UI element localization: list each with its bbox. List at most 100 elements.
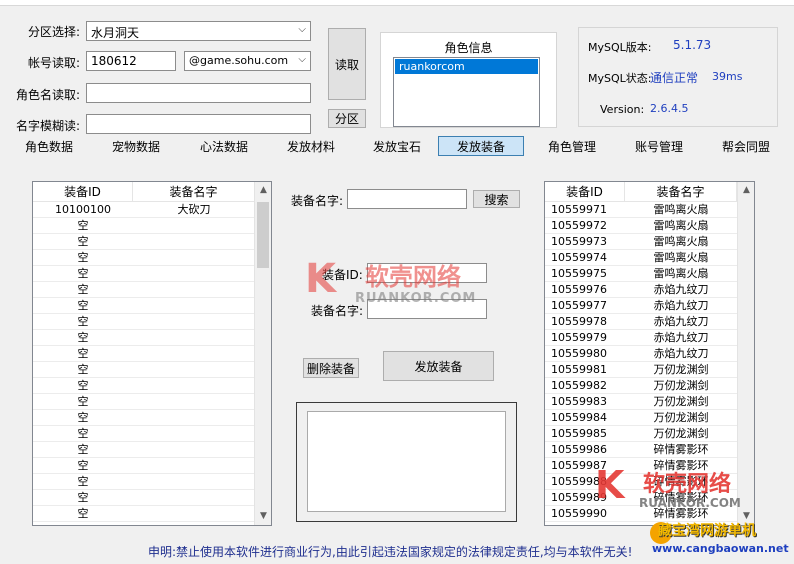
mysql-status-value: 通信正常 — [650, 71, 699, 85]
tab-account-manage[interactable]: 账号管理 — [624, 137, 694, 157]
column-header-name[interactable]: 装备名字 — [133, 182, 255, 201]
list-item[interactable]: 空 — [33, 378, 271, 394]
tab-pet-data[interactable]: 宠物数据 — [101, 137, 171, 157]
list-item[interactable]: 空 — [33, 474, 271, 490]
scroll-up-icon[interactable]: ▲ — [738, 182, 754, 199]
list-item[interactable]: 10559980 赤焰九纹刀 — [545, 346, 754, 362]
fuzzy-name-input[interactable] — [86, 114, 311, 134]
search-name-input[interactable] — [347, 189, 467, 209]
list-item[interactable]: 10559989 碎情雾影环 — [545, 490, 754, 506]
list-item[interactable]: 10559972 雷鸣离火扇 — [545, 218, 754, 234]
log-output[interactable] — [307, 411, 506, 512]
equipment-id: 10559980 — [551, 347, 607, 360]
equipment-name: 碎情雾影环 — [653, 443, 709, 456]
equipment-name — [133, 234, 255, 249]
equipment-name — [133, 298, 255, 313]
scroll-down-icon[interactable]: ▼ — [255, 508, 271, 525]
equipment-name: 万仞龙渊剑 — [653, 379, 709, 392]
domain-select[interactable]: @game.sohu.com ⌵ — [184, 51, 311, 71]
left-list-scrollbar[interactable]: ▲ ▼ — [254, 182, 271, 525]
scroll-down-icon[interactable]: ▼ — [738, 508, 754, 525]
column-header-id[interactable]: 装备ID — [33, 182, 133, 201]
list-item[interactable]: 空 — [33, 394, 271, 410]
list-item[interactable]: 10559978 赤焰九纹刀 — [545, 314, 754, 330]
list-item[interactable]: 10559981 万仞龙渊剑 — [545, 362, 754, 378]
list-item[interactable]: 10559985 万仞龙渊剑 — [545, 426, 754, 442]
list-item[interactable]: 空 — [33, 458, 271, 474]
list-item[interactable]: 空 — [33, 490, 271, 506]
list-item[interactable]: 空 — [33, 234, 271, 250]
list-item[interactable]: 10559983 万仞龙渊剑 — [545, 394, 754, 410]
list-item[interactable]: 10559987 碎情雾影环 — [545, 458, 754, 474]
list-item[interactable]: 10559974 雷鸣离火扇 — [545, 250, 754, 266]
equipment-catalog-list[interactable]: 装备ID 装备名字 10559971 雷鸣离火扇 10559972 雷鸣离火扇 1055… — [544, 181, 755, 526]
list-item[interactable]: 空 — [33, 426, 271, 442]
equipment-id: 10559986 — [551, 443, 607, 456]
equipment-name-input[interactable] — [367, 299, 487, 319]
delete-equipment-button[interactable]: 删除装备 — [303, 358, 359, 378]
list-item[interactable]: 空 — [33, 410, 271, 426]
scroll-thumb[interactable] — [257, 202, 269, 268]
list-item[interactable]: 10559975 雷鸣离火扇 — [545, 266, 754, 282]
equipment-name — [133, 506, 255, 521]
tab-role-manage[interactable]: 角色管理 — [537, 137, 607, 157]
list-item[interactable]: 10559988 碎情雾影环 — [545, 474, 754, 490]
list-item[interactable]: 10559982 万仞龙渊剑 — [545, 378, 754, 394]
list-item[interactable]: 空 — [33, 298, 271, 314]
equipment-name — [133, 394, 255, 409]
list-item[interactable]: 空 — [33, 282, 271, 298]
list-item[interactable]: 空 — [33, 362, 271, 378]
equipment-id: 10559988 — [551, 475, 607, 488]
list-item[interactable]: 10559986 碎情雾影环 — [545, 442, 754, 458]
list-item[interactable]: 空 — [33, 266, 271, 282]
search-button[interactable]: 搜索 — [473, 190, 520, 208]
equipment-name — [133, 314, 255, 329]
column-header-name[interactable]: 装备名字 — [625, 182, 737, 201]
zone-button[interactable]: 分区 — [328, 109, 366, 128]
list-item[interactable]: 10559971 雷鸣离火扇 — [545, 202, 754, 218]
equipment-id: 10559990 — [551, 507, 607, 520]
list-item[interactable]: 空 — [33, 218, 271, 234]
list-item[interactable]: 空 — [33, 314, 271, 330]
list-item[interactable]: 10559984 万仞龙渊剑 — [545, 410, 754, 426]
equipment-name — [133, 410, 255, 425]
equipment-id: 空 — [77, 235, 89, 248]
list-item[interactable]: 空 — [33, 442, 271, 458]
list-item[interactable]: 空 — [33, 506, 271, 522]
list-item[interactable]: 10559976 赤焰九纹刀 — [545, 282, 754, 298]
equipment-id: 10100100 — [55, 203, 111, 216]
list-item[interactable]: 空 — [33, 346, 271, 362]
tab-issue-equipment[interactable]: 发放装备 — [438, 136, 524, 156]
role-list[interactable]: ruankorcom — [393, 57, 540, 127]
list-item[interactable]: 10559979 赤焰九纹刀 — [545, 330, 754, 346]
list-item[interactable]: 10100100 大砍刀 — [33, 202, 271, 218]
list-item[interactable]: 10559977 赤焰九纹刀 — [545, 298, 754, 314]
list-item[interactable]: 10559990 碎情雾影环 — [545, 506, 754, 522]
scroll-up-icon[interactable]: ▲ — [255, 182, 271, 199]
equipment-id-input[interactable] — [367, 263, 487, 283]
list-item[interactable]: 空 — [33, 250, 271, 266]
tab-mind-data[interactable]: 心法数据 — [189, 137, 259, 157]
list-item[interactable]: 10559973 雷鸣离火扇 — [545, 234, 754, 250]
equipment-name: 赤焰九纹刀 — [653, 331, 709, 344]
tab-issue-material[interactable]: 发放材料 — [276, 137, 346, 157]
column-header-id[interactable]: 装备ID — [545, 182, 625, 201]
role-list-item-selected[interactable]: ruankorcom — [395, 59, 538, 74]
tab-role-data[interactable]: 角色数据 — [14, 137, 84, 157]
tab-guild-alliance[interactable]: 帮会同盟 — [711, 137, 781, 157]
owned-equipment-list[interactable]: 装备ID 装备名字 10100100 大砍刀 空空空空空空空空空空空空空空空空空… — [32, 181, 272, 526]
fuzzy-name-label: 名字模糊读: — [16, 119, 81, 133]
zone-label: 分区选择: — [28, 25, 81, 39]
zone-select[interactable]: 水月洞天 ⌵ — [86, 21, 311, 41]
equipment-name: 碎情雾影环 — [653, 459, 709, 472]
read-button[interactable]: 读取 — [328, 28, 366, 100]
list-item[interactable]: 空 — [33, 330, 271, 346]
account-input[interactable]: 180612 — [86, 51, 176, 71]
right-list-scrollbar[interactable]: ▲ ▼ — [737, 182, 754, 525]
equipment-id: 空 — [77, 267, 89, 280]
issue-equipment-button[interactable]: 发放装备 — [383, 351, 494, 381]
role-name-input[interactable] — [86, 83, 311, 103]
tab-issue-gem[interactable]: 发放宝石 — [362, 137, 432, 157]
search-name-label: 装备名字: — [291, 194, 344, 208]
list-header: 装备ID 装备名字 — [33, 182, 271, 202]
